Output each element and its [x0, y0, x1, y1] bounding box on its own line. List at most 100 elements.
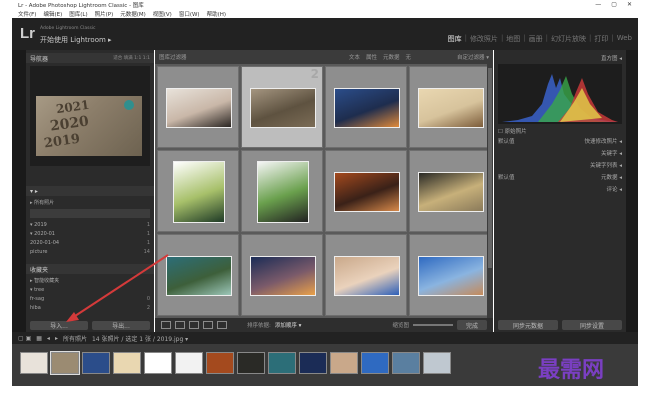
brand-title[interactable]: 开始使用 Lightroom ▸	[40, 35, 112, 45]
maximize-button[interactable]: ▢	[611, 1, 617, 8]
filter-metadata[interactable]: 元数据	[383, 53, 400, 61]
done-button[interactable]: 完成	[457, 320, 487, 330]
filter-none[interactable]: 无	[405, 53, 411, 61]
thumbnail-portrait-girl[interactable]	[166, 88, 232, 128]
catalog-header[interactable]: ▾ ▸	[26, 186, 154, 196]
filmstrip-thumbnail[interactable]	[50, 351, 80, 375]
grid-view-icon[interactable]	[161, 321, 171, 329]
thumbnail-dog-lying[interactable]	[418, 256, 484, 296]
keywords-header[interactable]: 关键字 ◂	[498, 148, 622, 157]
grid-cell[interactable]	[409, 66, 491, 148]
filmstrip-view-icons[interactable]: ▢ ▣	[18, 335, 31, 342]
thumbnail-mountain-sunrise[interactable]	[250, 256, 316, 296]
original-photo-toggle[interactable]: ☐ 原始照片	[498, 126, 622, 135]
grid-cell[interactable]	[157, 234, 239, 316]
list-item[interactable]: ▾ tree	[30, 285, 150, 294]
filmstrip-thumbnail[interactable]	[330, 352, 358, 374]
survey-view-icon[interactable]	[203, 321, 213, 329]
module-web[interactable]: Web	[617, 34, 632, 44]
metadata-header[interactable]: 默认值 元数据 ◂	[498, 172, 622, 181]
zoom-options[interactable]: 适合 填满 1:1 1:1	[113, 55, 150, 61]
grid-icon[interactable]: ▦	[36, 335, 42, 342]
thumbnail-anime-sketch[interactable]	[257, 161, 309, 223]
grid-cell[interactable]: 2	[241, 66, 323, 148]
filmstrip-thumbnail[interactable]	[268, 352, 296, 374]
filmstrip-thumbnail[interactable]	[361, 352, 389, 374]
filter-preset[interactable]: 自定过滤器 ▾	[457, 53, 489, 61]
back-icon[interactable]: ◂	[47, 335, 50, 342]
import-button[interactable]: 导入...	[30, 321, 88, 330]
filmstrip-source[interactable]: 所有照片	[63, 334, 87, 343]
thumbnail-years-2021-2020-2019[interactable]	[250, 88, 316, 128]
grid-cell[interactable]	[409, 150, 491, 232]
navigator-preview[interactable]: 2021 2020 2019	[30, 66, 150, 166]
filmstrip-thumbnail[interactable]	[206, 352, 234, 374]
filmstrip-thumbnail[interactable]	[20, 352, 48, 374]
compare-view-icon[interactable]	[189, 321, 199, 329]
module-slideshow[interactable]: 幻灯片放映	[551, 34, 586, 44]
thumbnail-calligraphy[interactable]	[418, 88, 484, 128]
filmstrip-thumbnail[interactable]	[423, 352, 451, 374]
grid-cell[interactable]	[409, 234, 491, 316]
list-item[interactable]: ▾ 2020-01 1	[30, 229, 150, 238]
thumbnail-lake-sunset[interactable]	[334, 88, 400, 128]
menu-help[interactable]: 帮助(H)	[207, 10, 226, 18]
folder-search-input[interactable]	[30, 209, 150, 218]
forward-icon[interactable]: ▸	[55, 335, 58, 342]
grid-cell[interactable]	[325, 150, 407, 232]
module-library[interactable]: 图库	[448, 34, 462, 44]
filmstrip-thumbnail[interactable]	[299, 352, 327, 374]
menu-view[interactable]: 视图(V)	[153, 10, 172, 18]
filmstrip-thumbnail[interactable]	[144, 352, 172, 374]
thumbnail-river-ice[interactable]	[166, 256, 232, 296]
comments-header[interactable]: 评论 ◂	[498, 184, 622, 193]
list-item[interactable]: ▸ 智能收藏夹	[30, 276, 150, 285]
filmstrip-thumbnail[interactable]	[82, 352, 110, 374]
list-item[interactable]: 2020-01-04 1	[30, 238, 150, 247]
filmstrip-thumbnail[interactable]	[392, 352, 420, 374]
filter-attribute[interactable]: 属性	[366, 53, 377, 61]
grid-cell[interactable]	[325, 66, 407, 148]
collections-header[interactable]: 收藏夹	[26, 264, 154, 274]
list-item[interactable]: ▸ 所有照片	[30, 198, 150, 207]
filmstrip-thumbnail[interactable]	[113, 352, 141, 374]
people-view-icon[interactable]	[217, 321, 227, 329]
grid-cell[interactable]	[325, 234, 407, 316]
menu-file[interactable]: 文件(F)	[18, 10, 36, 18]
filmstrip-thumbnail[interactable]	[175, 352, 203, 374]
menu-metadata[interactable]: 元数据(M)	[120, 10, 146, 18]
module-map[interactable]: 地图	[506, 34, 520, 44]
sort-select[interactable]: 添加顺序 ▾	[275, 321, 302, 329]
grid-cell[interactable]	[241, 234, 323, 316]
menu-edit[interactable]: 编辑(E)	[43, 10, 62, 18]
thumbnail-anime-green[interactable]	[173, 161, 225, 223]
export-button[interactable]: 导出...	[92, 321, 150, 330]
list-item[interactable]: ▾ 2019 1	[30, 220, 150, 229]
thumbnail-shiba-dog[interactable]	[334, 172, 400, 212]
navigator-header[interactable]: 导航器 适合 填满 1:1 1:1	[26, 53, 154, 63]
filter-text[interactable]: 文本	[349, 53, 360, 61]
list-item[interactable]: hiba 2	[30, 303, 150, 312]
menu-photo[interactable]: 照片(P)	[95, 10, 114, 18]
sync-settings-button[interactable]: 同步设置	[562, 320, 622, 330]
thumbnail-size-slider[interactable]	[413, 324, 453, 326]
grid-cell[interactable]	[241, 150, 323, 232]
filmstrip-thumbnail[interactable]	[237, 352, 265, 374]
thumbnail-blue-bird[interactable]	[334, 256, 400, 296]
keyword-list-header[interactable]: 关键字列表 ◂	[498, 160, 622, 169]
module-develop[interactable]: 修改照片	[470, 34, 498, 44]
module-book[interactable]: 画册	[529, 34, 543, 44]
quick-develop-header[interactable]: 默认值 快速修改照片 ◂	[498, 136, 622, 145]
right-panel-toggle[interactable]	[626, 50, 638, 332]
histogram-header[interactable]: 直方图 ◂	[498, 53, 622, 62]
grid-cell[interactable]	[157, 150, 239, 232]
list-item[interactable]: fr-sag 0	[30, 294, 150, 303]
close-button[interactable]: ✕	[627, 1, 632, 8]
list-item[interactable]: picture 14	[30, 247, 150, 256]
grid-cell[interactable]	[157, 66, 239, 148]
grid-scrollbar[interactable]	[487, 64, 493, 318]
module-print[interactable]: 打印	[594, 34, 608, 44]
thumbnail-desert-figure[interactable]	[418, 172, 484, 212]
loupe-view-icon[interactable]	[175, 321, 185, 329]
left-panel-toggle[interactable]	[12, 50, 26, 332]
